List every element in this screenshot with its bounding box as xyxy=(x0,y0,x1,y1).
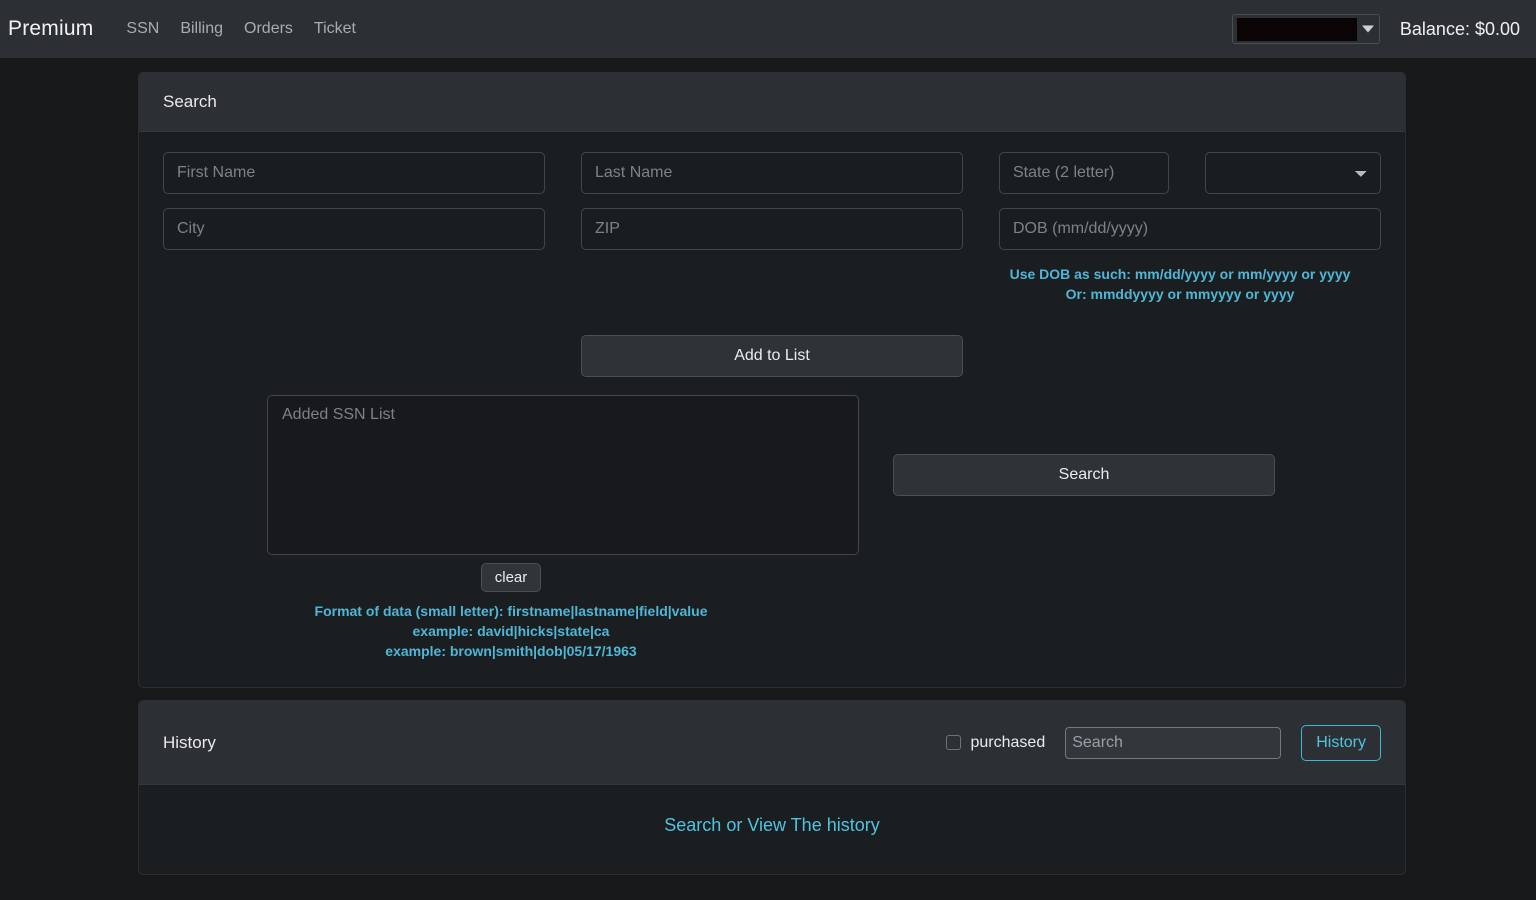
state-input[interactable] xyxy=(999,152,1169,194)
zip-wrap xyxy=(581,208,963,250)
redacted-username xyxy=(1236,18,1357,41)
history-controls: purchased History xyxy=(945,724,1381,761)
city-wrap xyxy=(163,208,545,250)
clear-button[interactable]: clear xyxy=(480,562,542,592)
state-select-wrap xyxy=(1205,152,1381,194)
search-button[interactable]: Search xyxy=(893,453,1275,496)
history-card-body: Search or View The history xyxy=(139,785,1405,874)
last-name-wrap xyxy=(581,152,963,194)
account-dropdown[interactable] xyxy=(1231,14,1380,44)
balance-display: Balance: $0.00 xyxy=(1399,18,1520,39)
nav-item-orders[interactable]: Orders xyxy=(244,20,293,38)
dob-input[interactable] xyxy=(999,208,1381,250)
ssn-list-row: Search xyxy=(163,394,1381,555)
purchased-label: purchased xyxy=(970,733,1046,751)
purchased-checkbox[interactable] xyxy=(945,735,961,751)
dob-hint-line-1: Use DOB as such: mm/dd/yyyy or mm/yyyy o… xyxy=(1009,266,1351,282)
search-or-view-history-link[interactable]: Search or View The history xyxy=(664,815,879,835)
nav-item-billing[interactable]: Billing xyxy=(180,20,223,38)
page-content: Search First Name Last Name State (2 let… xyxy=(0,58,1536,900)
navbar-right-group: Balance: $0.00 xyxy=(1231,14,1520,44)
last-name-input[interactable] xyxy=(581,152,963,194)
dob-hint-line-2: Or: mmddyyyy or mmyyyy or yyyy xyxy=(1065,286,1295,303)
dob-hints: Use DOB as such: mm/dd/yyyy or mm/yyyy o… xyxy=(989,264,1371,305)
search-card-header: Search xyxy=(139,73,1405,132)
form-row-2 xyxy=(163,208,1381,250)
format-hints: Format of data (small letter): firstname… xyxy=(163,601,859,662)
search-card: Search First Name Last Name State (2 let… xyxy=(138,72,1406,689)
clear-button-wrap: clear xyxy=(163,562,859,592)
format-hint-line-1: Format of data (small letter): firstname… xyxy=(314,602,708,619)
history-search-input[interactable] xyxy=(1065,726,1282,759)
main-nav: SSN Billing Orders Ticket xyxy=(126,20,356,38)
history-card-title: History xyxy=(163,732,216,752)
add-to-list-row: Add to List xyxy=(163,334,1381,377)
state-wrap xyxy=(999,152,1169,194)
city-input[interactable] xyxy=(163,208,545,250)
brand-logo[interactable]: Premium xyxy=(0,17,93,41)
state-select-dropdown[interactable] xyxy=(1205,152,1381,194)
add-to-list-button[interactable]: Add to List xyxy=(581,334,963,377)
history-card: History purchased History Search or View… xyxy=(138,700,1406,876)
format-hint-line-3: example: brown|smith|dob|05/17/1963 xyxy=(385,643,637,660)
added-ssn-list-textarea[interactable] xyxy=(267,394,859,555)
format-hint-line-2: example: david|hicks|state|ca xyxy=(412,622,610,639)
content-container: Search First Name Last Name State (2 let… xyxy=(138,72,1406,876)
dob-wrap xyxy=(999,208,1381,250)
first-name-input[interactable] xyxy=(163,152,545,194)
form-row-1 xyxy=(163,152,1381,194)
first-name-wrap xyxy=(163,152,545,194)
search-card-body: Use DOB as such: mm/dd/yyyy or mm/yyyy o… xyxy=(139,132,1405,687)
nav-item-ssn[interactable]: SSN xyxy=(126,20,159,38)
purchased-checkbox-wrap[interactable]: purchased xyxy=(945,733,1046,752)
history-card-header: History purchased History xyxy=(139,701,1405,786)
caret-down-icon xyxy=(1361,25,1374,33)
nav-item-ticket[interactable]: Ticket xyxy=(314,20,356,38)
history-button[interactable]: History xyxy=(1301,724,1381,761)
top-navbar: Premium SSN Billing Orders Ticket Balanc… xyxy=(0,0,1536,58)
zip-input[interactable] xyxy=(581,208,963,250)
search-card-title: Search xyxy=(163,92,217,111)
